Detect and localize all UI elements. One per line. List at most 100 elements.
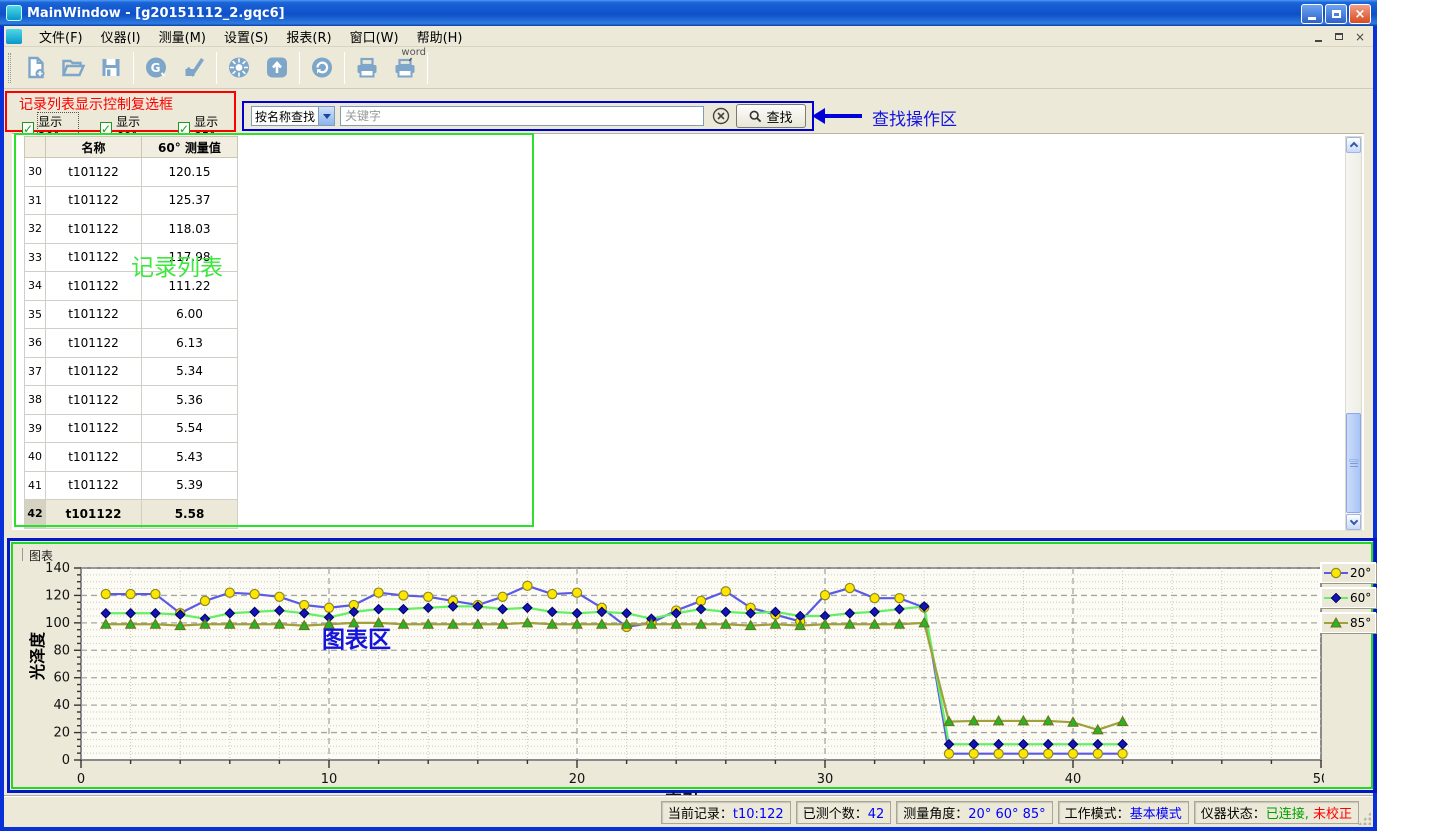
- row-value[interactable]: 5.43: [142, 443, 238, 472]
- print-button[interactable]: [348, 50, 386, 86]
- table-row[interactable]: 35 t101122 6.00: [25, 300, 238, 329]
- row-value[interactable]: 5.39: [142, 471, 238, 500]
- search-annotation-arrow: [816, 114, 862, 118]
- table-row[interactable]: 31 t101122 125.37: [25, 186, 238, 215]
- row-name[interactable]: t101122: [46, 414, 142, 443]
- table-row[interactable]: 36 t101122 6.13: [25, 329, 238, 358]
- row-value[interactable]: 5.34: [142, 357, 238, 386]
- open-folder-icon: [60, 55, 86, 80]
- maximize-button[interactable]: [1325, 4, 1347, 24]
- resize-grip[interactable]: [1358, 812, 1371, 825]
- scroll-up-button[interactable]: [1346, 137, 1361, 153]
- row-index[interactable]: 41: [25, 471, 46, 500]
- clear-search-button[interactable]: [712, 107, 730, 125]
- row-index[interactable]: 38: [25, 386, 46, 415]
- status-label: 当前记录：: [668, 807, 733, 822]
- table-row[interactable]: 32 t101122 118.03: [25, 215, 238, 244]
- menu-item-5[interactable]: 窗口(W): [341, 29, 408, 48]
- g-refresh-button[interactable]: G: [137, 50, 175, 86]
- row-name[interactable]: t101122: [46, 300, 142, 329]
- child-window-icon[interactable]: [6, 29, 22, 44]
- row-index[interactable]: 34: [25, 272, 46, 301]
- row-name[interactable]: t101122: [46, 471, 142, 500]
- row-index[interactable]: 30: [25, 158, 46, 187]
- menu-item-1[interactable]: 仪器(I): [92, 29, 150, 48]
- close-icon: ×: [1355, 8, 1366, 21]
- row-index[interactable]: 33: [25, 243, 46, 272]
- table-row[interactable]: 39 t101122 5.54: [25, 414, 238, 443]
- row-index[interactable]: 32: [25, 215, 46, 244]
- save-icon: [98, 55, 124, 80]
- mdi-restore-button[interactable]: [1330, 29, 1348, 44]
- open-folder-button[interactable]: [54, 50, 92, 86]
- row-value[interactable]: 6.13: [142, 329, 238, 358]
- row-index[interactable]: 39: [25, 414, 46, 443]
- legend-item-20°[interactable]: 20°: [1320, 562, 1376, 583]
- row-index[interactable]: 37: [25, 357, 46, 386]
- row-value[interactable]: 5.54: [142, 414, 238, 443]
- row-name[interactable]: t101122: [46, 329, 142, 358]
- row-name[interactable]: t101122: [46, 386, 142, 415]
- table-row[interactable]: 42 t101122 5.58: [25, 500, 238, 529]
- wheel-button[interactable]: [220, 50, 258, 86]
- toolbar-separator: [299, 52, 300, 84]
- toolbar-grip[interactable]: [8, 53, 11, 83]
- row-name[interactable]: t101122: [46, 186, 142, 215]
- row-name[interactable]: t101122: [46, 500, 142, 529]
- word-export-button[interactable]: word: [386, 50, 424, 86]
- menu-item-6[interactable]: 帮助(H): [408, 29, 472, 48]
- table-row[interactable]: 38 t101122 5.36: [25, 386, 238, 415]
- legend-item-85°[interactable]: 85°: [1320, 612, 1376, 633]
- minimize-button[interactable]: [1301, 4, 1323, 24]
- row-name[interactable]: t101122: [46, 272, 142, 301]
- row-index[interactable]: 31: [25, 186, 46, 215]
- new-file-icon: [22, 55, 48, 80]
- column-header-1[interactable]: 名称: [46, 137, 142, 158]
- column-header-2[interactable]: 60° 测量值: [142, 137, 238, 158]
- save-button[interactable]: [92, 50, 130, 86]
- mdi-minimize-button[interactable]: [1309, 29, 1327, 44]
- sync-button[interactable]: [303, 50, 341, 86]
- row-name[interactable]: t101122: [46, 215, 142, 244]
- menu-item-4[interactable]: 报表(R): [277, 29, 340, 48]
- keyword-input[interactable]: [340, 106, 704, 126]
- row-index[interactable]: 35: [25, 300, 46, 329]
- row-value[interactable]: 125.37: [142, 186, 238, 215]
- records-scrollbar[interactable]: [1345, 136, 1362, 531]
- menu-item-2[interactable]: 测量(M): [150, 29, 215, 48]
- row-value[interactable]: 6.00: [142, 300, 238, 329]
- scroll-down-button[interactable]: [1346, 514, 1361, 530]
- mdi-close-button[interactable]: ×: [1351, 29, 1369, 44]
- row-value[interactable]: 5.58: [142, 500, 238, 529]
- table-row[interactable]: 41 t101122 5.39: [25, 471, 238, 500]
- row-value[interactable]: 5.36: [142, 386, 238, 415]
- row-name[interactable]: t101122: [46, 357, 142, 386]
- new-file-button[interactable]: [16, 50, 54, 86]
- table-row[interactable]: 40 t101122 5.43: [25, 443, 238, 472]
- chart-panel: 图表 02040608010012014001020304050 索引 光泽度 …: [11, 542, 1373, 789]
- row-value[interactable]: 120.15: [142, 158, 238, 187]
- menu-item-3[interactable]: 设置(S): [215, 29, 277, 48]
- row-name[interactable]: t101122: [46, 243, 142, 272]
- row-index[interactable]: 42: [25, 500, 46, 529]
- table-row[interactable]: 37 t101122 5.34: [25, 357, 238, 386]
- row-index[interactable]: 36: [25, 329, 46, 358]
- close-button[interactable]: ×: [1349, 4, 1371, 24]
- chevron-down-icon[interactable]: [318, 107, 334, 125]
- row-name[interactable]: t101122: [46, 158, 142, 187]
- table-row[interactable]: 30 t101122 120.15: [25, 158, 238, 187]
- column-header-0[interactable]: [25, 137, 46, 158]
- chart-panel-grip[interactable]: [22, 548, 25, 561]
- upload-button[interactable]: [258, 50, 296, 86]
- search-mode-combo[interactable]: 按名称查找: [251, 106, 335, 126]
- row-value[interactable]: 118.03: [142, 215, 238, 244]
- verify-check-button[interactable]: [175, 50, 213, 86]
- find-button[interactable]: 查找: [736, 104, 806, 128]
- row-index[interactable]: 40: [25, 443, 46, 472]
- row-name[interactable]: t101122: [46, 443, 142, 472]
- legend-item-60°[interactable]: 60°: [1320, 587, 1376, 608]
- title-bar[interactable]: MainWindow - [g20151112_2.gqc6] ×: [0, 0, 1377, 26]
- chevron-down-icon: [1349, 517, 1357, 525]
- menu-item-0[interactable]: 文件(F): [30, 29, 92, 48]
- scrollbar-thumb[interactable]: [1346, 413, 1361, 513]
